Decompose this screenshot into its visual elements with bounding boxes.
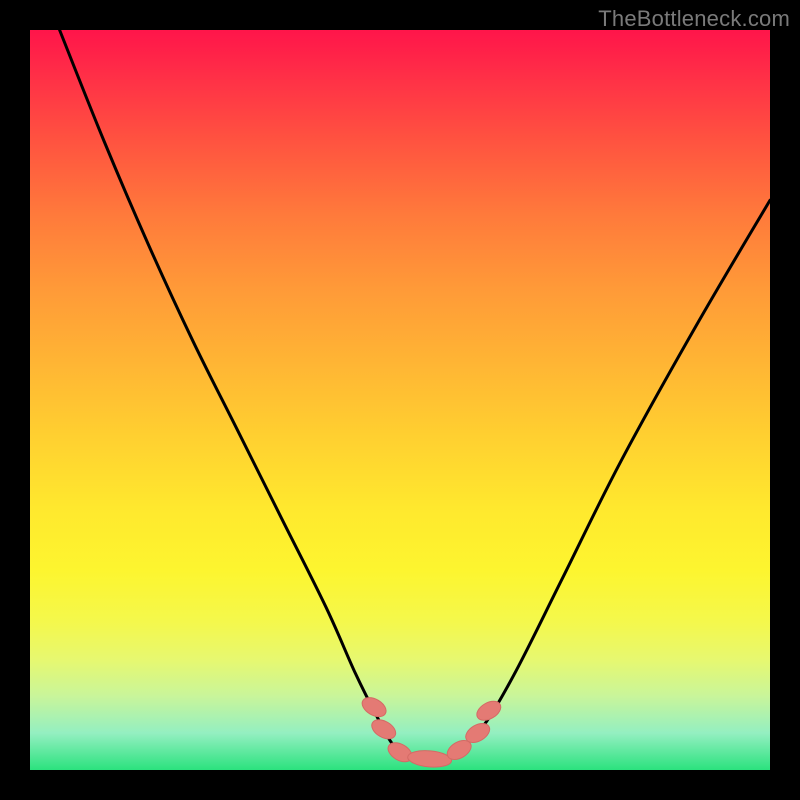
- curve-svg: [30, 30, 770, 770]
- curve-marker: [359, 694, 390, 721]
- chart-frame: TheBottleneck.com: [0, 0, 800, 800]
- curve-marker: [368, 716, 399, 743]
- bottleneck-curve: [60, 30, 770, 759]
- plot-area: [30, 30, 770, 770]
- curve-markers: [359, 694, 504, 769]
- curve-marker: [407, 749, 452, 769]
- watermark-text: TheBottleneck.com: [598, 6, 790, 32]
